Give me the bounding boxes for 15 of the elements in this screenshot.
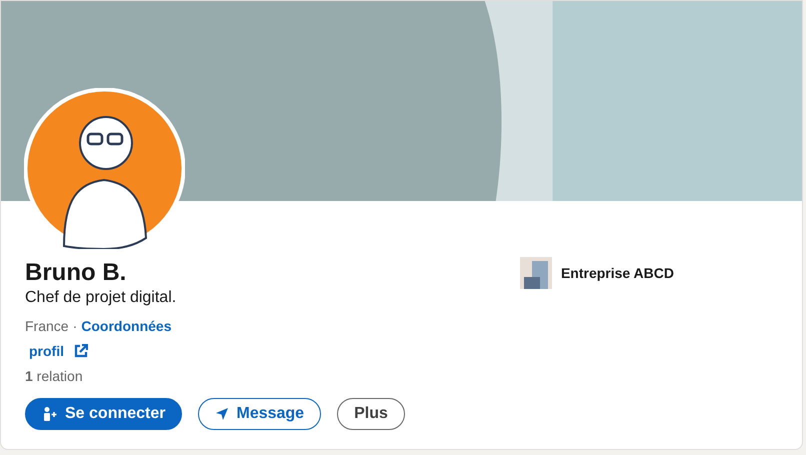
profile-name: Bruno B. xyxy=(25,259,128,287)
company-name: Entreprise ABCD xyxy=(560,264,674,283)
profile-link[interactable]: profil xyxy=(29,341,64,361)
connections-count: 1 relation xyxy=(25,367,84,386)
action-button[interactable]: Se connecter xyxy=(25,398,182,430)
company-logo-icon xyxy=(520,257,552,289)
add-person-icon xyxy=(42,406,58,422)
action-button[interactable]: Plus xyxy=(337,398,405,430)
profile-headline: Chef de projet digital. xyxy=(25,288,178,308)
external-link-icon xyxy=(74,344,88,358)
location-text: France xyxy=(25,317,69,336)
contact-info-link[interactable]: Coordonnées xyxy=(81,316,172,336)
send-icon xyxy=(215,407,230,421)
action-button[interactable]: Message xyxy=(198,398,322,430)
separator-text: · xyxy=(72,317,78,336)
